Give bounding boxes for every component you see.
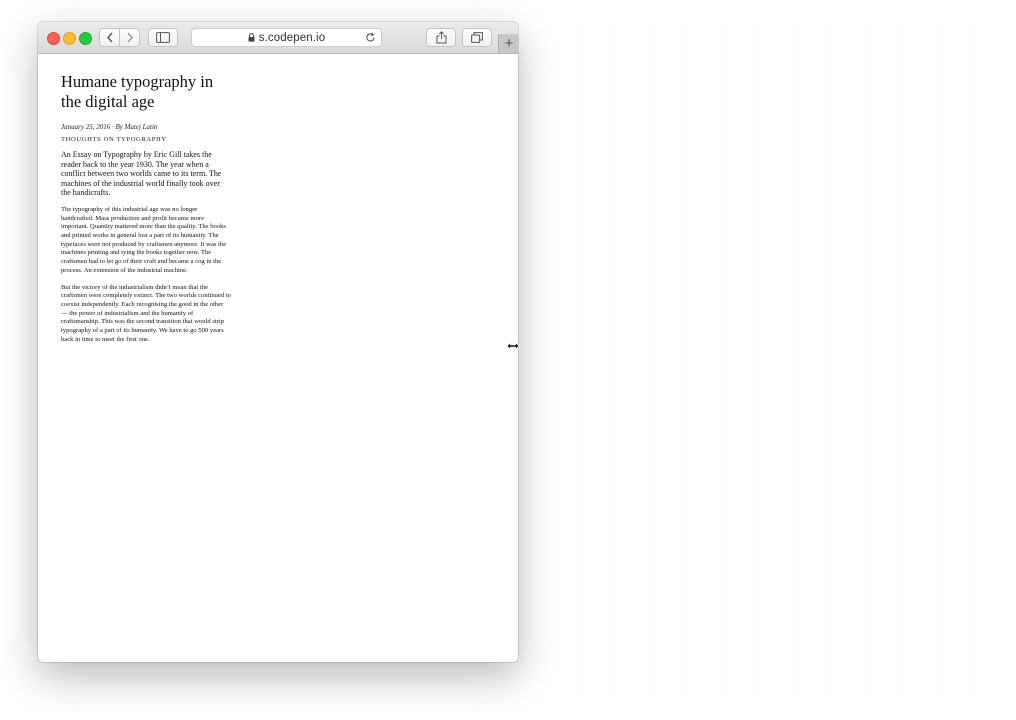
tabs-overview-icon bbox=[471, 32, 483, 43]
reload-icon[interactable] bbox=[365, 32, 376, 46]
article-paragraph: The typography of this industrial age wa… bbox=[61, 205, 227, 274]
chevron-left-icon bbox=[106, 32, 112, 43]
background-ghost-pattern bbox=[560, 20, 1000, 700]
minimize-traffic-light-icon[interactable] bbox=[63, 32, 76, 45]
article-section-label: Thoughts on typography bbox=[61, 136, 167, 143]
sidebar-icon bbox=[156, 32, 170, 43]
resize-horizontal-cursor-icon bbox=[506, 339, 520, 351]
article-lead-paragraph: An Essay on Typography by Eric Gill take… bbox=[61, 150, 222, 198]
plus-icon: + bbox=[504, 35, 514, 52]
lock-icon bbox=[248, 33, 255, 42]
forward-button[interactable] bbox=[119, 28, 140, 47]
chevron-right-icon bbox=[127, 32, 133, 43]
browser-window: s.codepen.io + Humane typography in the … bbox=[38, 22, 518, 662]
web-page-content: Humane typography in the digital age Jan… bbox=[38, 54, 518, 662]
back-button[interactable] bbox=[99, 28, 120, 47]
article-title: Humane typography in the digital age bbox=[61, 72, 214, 111]
address-bar[interactable]: s.codepen.io bbox=[191, 28, 382, 47]
article-meta: January 25, 2016 · By Matej Latin bbox=[61, 123, 158, 131]
new-tab-button[interactable]: + bbox=[498, 34, 518, 53]
tabs-overview-button[interactable] bbox=[462, 28, 492, 47]
share-icon bbox=[436, 31, 446, 44]
share-button[interactable] bbox=[426, 28, 456, 47]
maximize-traffic-light-icon[interactable] bbox=[79, 32, 92, 45]
address-url: s.codepen.io bbox=[258, 31, 326, 44]
browser-toolbar: s.codepen.io + bbox=[38, 22, 518, 54]
close-traffic-light-icon[interactable] bbox=[47, 32, 60, 45]
article: Humane typography in the digital age Jan… bbox=[61, 72, 231, 351]
article-paragraph: But the victory of the industrialism did… bbox=[61, 283, 231, 343]
sidebar-toggle-button[interactable] bbox=[148, 28, 178, 47]
